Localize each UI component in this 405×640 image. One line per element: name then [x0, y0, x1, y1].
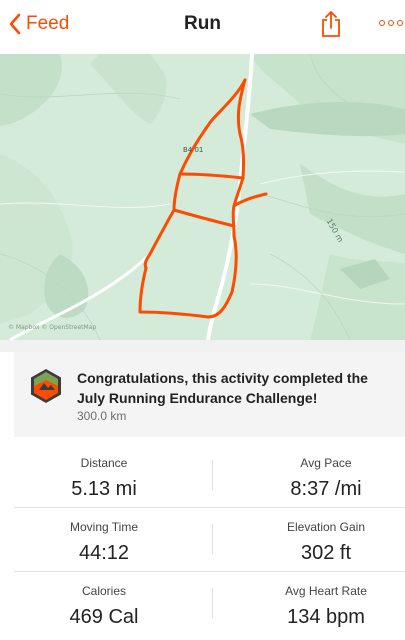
stat-label: Avg Pace [300, 456, 352, 470]
dot-icon [397, 20, 403, 26]
stat-value: 8:37 /mi [290, 478, 362, 500]
challenge-badge-icon [31, 369, 61, 403]
stat-distance: Distance 5.13 mi [14, 444, 194, 501]
activity-stats: Distance 5.13 mi Avg Pace 8:37 /mi Movin… [14, 444, 405, 636]
map-canvas [0, 54, 405, 340]
road-label: B4 01 [183, 146, 204, 154]
divider [212, 460, 213, 490]
map-attribution[interactable]: © Mapbox © OpenStreetMap [8, 324, 96, 331]
stat-moving-time: Moving Time 44:12 [14, 508, 194, 565]
navigation-bar: Feed Run [0, 0, 405, 48]
stats-row-distance-pace: Distance 5.13 mi Avg Pace 8:37 /mi [14, 444, 405, 508]
stat-label: Distance [80, 456, 128, 470]
stat-avg-pace: Avg Pace 8:37 /mi [236, 444, 405, 501]
share-icon [322, 11, 340, 37]
stat-elevation-gain: Elevation Gain 302 ft [236, 508, 405, 565]
route-map[interactable]: B4 01 150 m © Mapbox © OpenStreetMap [0, 54, 405, 340]
dot-icon [388, 20, 394, 26]
section-separator [0, 340, 405, 352]
stat-label: Elevation Gain [286, 520, 366, 534]
stat-value: 134 bpm [287, 606, 365, 628]
stats-row-time-elevation: Moving Time 44:12 Elevation Gain 302 ft [14, 508, 405, 572]
more-options-button[interactable] [379, 20, 405, 30]
stat-calories: Calories 469 Cal [14, 572, 194, 629]
stat-avg-heart-rate: Avg Heart Rate 134 bpm [236, 572, 405, 629]
divider [212, 524, 213, 554]
stat-value: 302 ft [300, 542, 352, 564]
dot-icon [379, 20, 385, 26]
challenge-card[interactable]: Congratulations, this activity completed… [14, 352, 405, 437]
stat-value: 469 Cal [69, 606, 139, 628]
stat-label: Moving Time [69, 520, 139, 534]
divider [212, 588, 213, 618]
stat-value: 44:12 [78, 542, 130, 564]
challenge-message: Congratulations, this activity completed… [77, 370, 368, 406]
challenge-distance: 300.0 km [77, 409, 127, 423]
share-button[interactable] [320, 10, 342, 38]
stats-row-calories-heart: Calories 469 Cal Avg Heart Rate 134 bpm [14, 572, 405, 636]
stat-value: 5.13 mi [71, 478, 137, 500]
stat-label: Calories [81, 584, 126, 598]
stat-label: Avg Heart Rate [285, 584, 367, 598]
page-title: Run [184, 13, 221, 34]
